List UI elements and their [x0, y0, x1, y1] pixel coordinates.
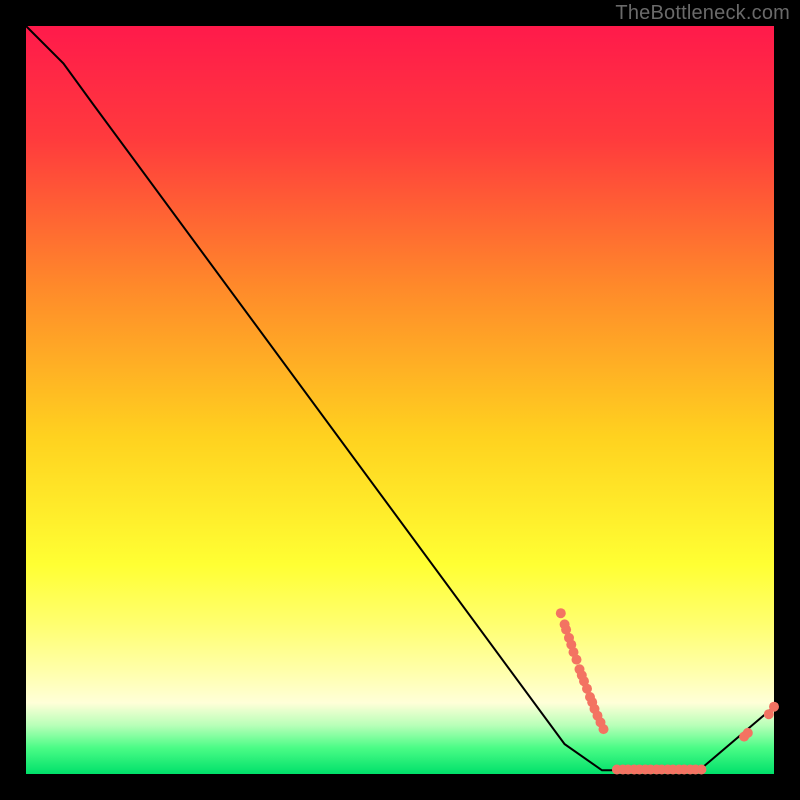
data-marker	[572, 655, 582, 665]
bottleneck-chart	[0, 0, 800, 800]
chart-frame: TheBottleneck.com	[0, 0, 800, 800]
watermark-text: TheBottleneck.com	[615, 2, 790, 25]
data-marker	[696, 765, 706, 775]
data-marker	[556, 608, 566, 618]
data-marker	[769, 702, 779, 712]
data-marker	[743, 728, 753, 738]
plot-background	[26, 26, 774, 774]
data-marker	[599, 724, 609, 734]
